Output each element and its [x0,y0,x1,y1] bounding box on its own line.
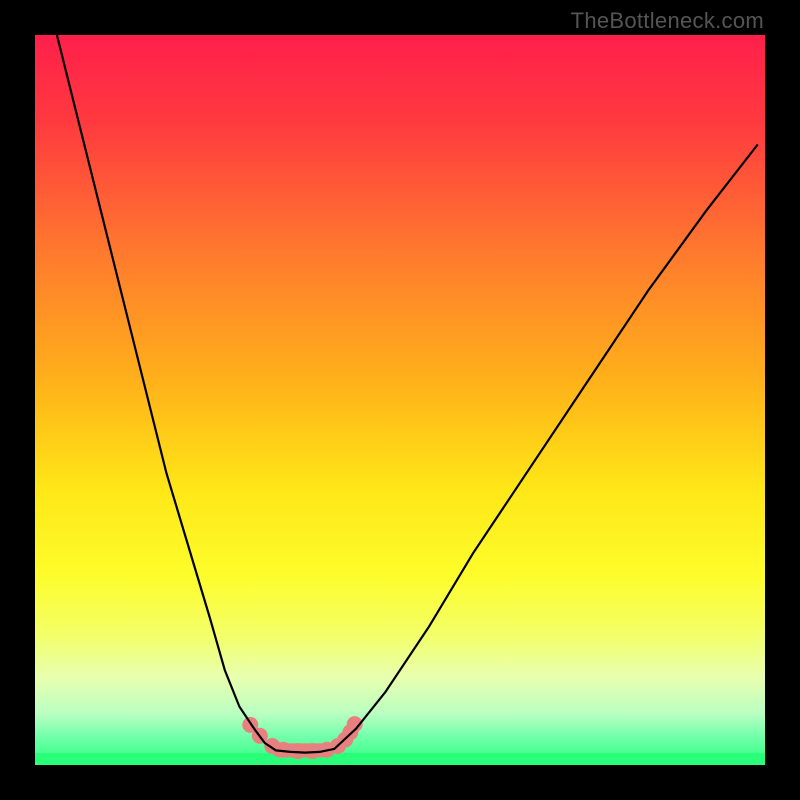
curves-layer [35,35,765,765]
chart-root: TheBottleneck.com [0,0,800,800]
plot-area [35,35,765,765]
watermark-text: TheBottleneck.com [571,8,764,34]
bottleneck-curve [57,35,758,753]
green-floor-strip [35,753,765,765]
green-band [35,753,765,765]
